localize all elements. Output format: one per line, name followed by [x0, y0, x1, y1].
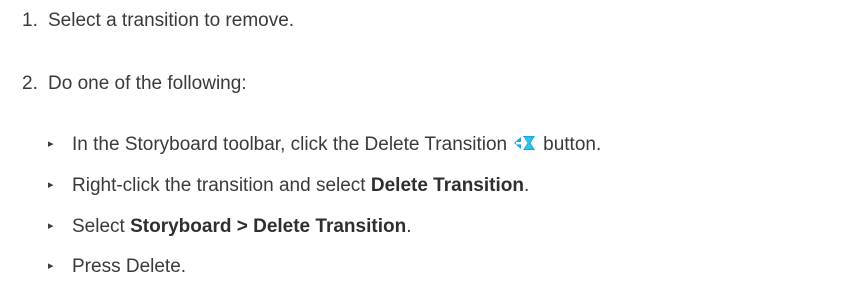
bullet-marker: ▸ — [48, 179, 54, 191]
step-1: 1. Select a transition to remove. — [22, 10, 294, 32]
step-2: 2. Do one of the following: — [22, 73, 247, 95]
bullet-marker: ▸ — [48, 260, 54, 272]
bullet-text-after: . — [523, 175, 530, 196]
bullet-text: Press Delete. — [72, 256, 187, 277]
bullet-text-before: Right-click the transition and select — [72, 175, 371, 196]
bullet-menu-path-option: ▸ Select Storyboard > Delete Transition. — [48, 216, 411, 238]
step-number: 1. — [22, 10, 38, 31]
bullet-context-menu-option: ▸ Right-click the transition and select D… — [48, 175, 529, 197]
menu-path-storyboard-delete: Storyboard > Delete Transition — [130, 216, 407, 237]
step-text: Do one of the following: — [48, 73, 247, 94]
menu-command-delete-transition: Delete Transition — [370, 175, 524, 196]
step-number: 2. — [22, 73, 38, 94]
bullet-marker: ▸ — [48, 220, 54, 232]
bullet-marker: ▸ — [48, 138, 54, 150]
instructions-document: 1. Select a transition to remove. 2. Do on… — [0, 0, 851, 306]
bullet-text-before: Select — [72, 216, 131, 237]
bullet-text-after: . — [406, 216, 412, 237]
step-text: Select a transition to remove. — [48, 10, 295, 31]
bullet-toolbar-option: ▸ In the Storyboard toolbar, click the De… — [48, 133, 601, 156]
delete-transition-icon — [513, 133, 537, 153]
bullet-text-before: In the Storyboard toolbar, click the Del… — [72, 134, 508, 155]
bullet-text-after: button. — [543, 134, 602, 155]
bullet-keyboard-option: ▸ Press Delete. — [48, 256, 186, 278]
